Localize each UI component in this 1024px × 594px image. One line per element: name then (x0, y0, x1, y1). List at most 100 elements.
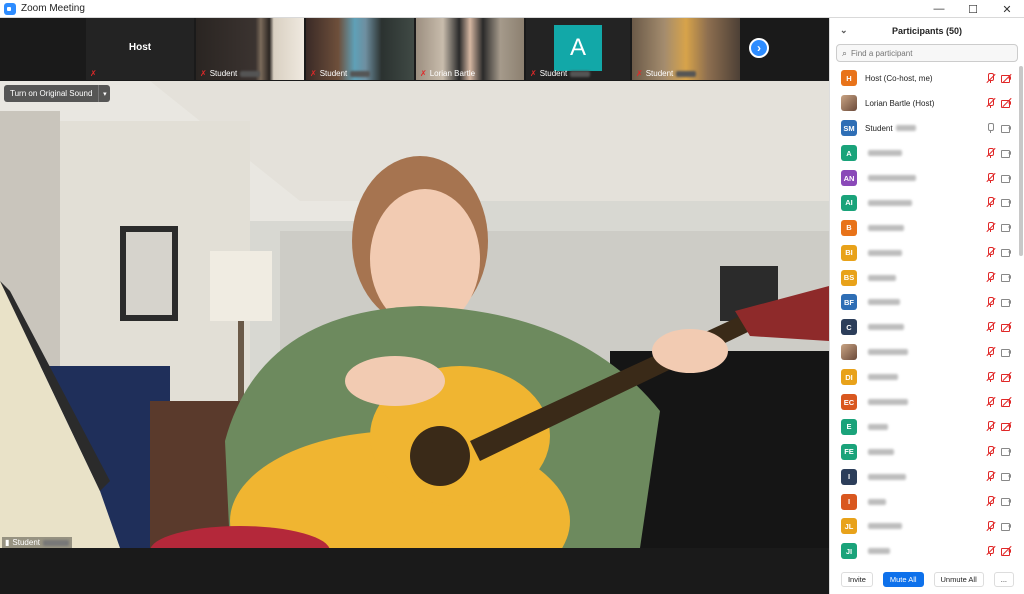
original-sound-control[interactable]: Turn on Original Sound ▾ (4, 85, 111, 102)
avatar: BF (841, 294, 857, 311)
participant-name (865, 249, 902, 256)
redacted-name (868, 423, 888, 430)
participant-row[interactable]: FE (830, 439, 1017, 464)
avatar: AI (841, 194, 857, 211)
participant-row[interactable]: B (830, 215, 1017, 240)
muted-mic-icon[interactable] (985, 545, 996, 556)
video-icon (1001, 197, 1011, 208)
unmute-all-button[interactable]: Unmute All (933, 571, 984, 587)
participant-status-icons (985, 147, 1011, 158)
redacted-name (868, 274, 896, 281)
muted-mic-icon[interactable] (985, 97, 996, 108)
participant-row[interactable]: I (830, 489, 1017, 514)
video-tile-lorian[interactable]: ✗ Lorian Bartle (416, 18, 524, 80)
participant-name (865, 548, 890, 555)
avatar: JI (841, 543, 857, 560)
title-bar: Zoom Meeting — ☐ ✕ (0, 0, 1024, 18)
redacted-name (868, 498, 886, 505)
muted-mic-icon[interactable] (985, 421, 996, 432)
mute-all-button[interactable]: Mute All (882, 571, 924, 587)
muted-mic-icon[interactable] (985, 471, 996, 482)
muted-mic-icon[interactable] (985, 297, 996, 308)
invite-button[interactable]: Invite (840, 571, 873, 587)
next-page-button[interactable]: › (749, 38, 769, 58)
participant-name (865, 473, 906, 480)
video-area: Host ✗ ✗ Student ✗ Student ✗ Lorian Bartle … (0, 18, 829, 594)
collapse-icon[interactable]: ⌄ (840, 25, 848, 36)
more-button[interactable]: ... (993, 571, 1014, 587)
muted-mic-icon[interactable] (985, 197, 996, 208)
participant-row[interactable]: SM Student (830, 116, 1017, 141)
muted-mic-icon: ✗ (636, 69, 643, 78)
avatar: C (841, 319, 857, 336)
video-off-icon (1001, 322, 1012, 332)
close-icon[interactable]: ✕ (990, 0, 1024, 18)
participant-row[interactable]: I (830, 464, 1017, 489)
participant-row[interactable]: BI (830, 240, 1017, 265)
muted-mic-icon[interactable] (985, 247, 996, 258)
participant-row[interactable]: H Host (Co-host, me) (830, 66, 1017, 91)
participant-row[interactable]: DI (830, 365, 1017, 390)
scrollbar[interactable] (1019, 66, 1023, 256)
participant-name (865, 224, 904, 231)
active-speaker-video: Turn on Original Sound ▾ ▮ Student (0, 81, 829, 548)
muted-mic-icon[interactable] (985, 346, 996, 357)
video-tile-student-2[interactable]: ✗ Student (306, 18, 414, 80)
muted-mic-icon[interactable] (985, 396, 996, 407)
participant-name: Student (539, 69, 568, 78)
video-tile-student-3[interactable]: A ✗ Student (526, 18, 630, 80)
redacted-name (868, 448, 894, 455)
participant-row[interactable] (830, 340, 1017, 365)
participant-row[interactable]: AI (830, 190, 1017, 215)
participant-status-icons (985, 421, 1012, 432)
muted-mic-icon[interactable] (985, 321, 996, 332)
muted-mic-icon[interactable] (985, 446, 996, 457)
participant-status-icons (985, 346, 1011, 357)
video-off-icon (1001, 98, 1012, 108)
participant-row[interactable]: C (830, 315, 1017, 340)
avatar: JL (841, 518, 857, 535)
avatar: AN (841, 170, 857, 186)
muted-mic-icon[interactable] (985, 521, 996, 532)
video-icon (1001, 173, 1011, 183)
muted-mic-icon[interactable] (985, 222, 996, 233)
participant-name-text: Student (865, 123, 893, 133)
muted-mic-icon[interactable] (985, 147, 996, 158)
participant-name: Host (Co-host, me) (865, 74, 933, 83)
search-input[interactable] (851, 48, 1002, 58)
participant-search[interactable]: ⌕ (836, 44, 1018, 62)
zoom-app-icon (4, 2, 16, 15)
chevron-down-icon[interactable]: ▾ (98, 85, 110, 102)
participant-row[interactable]: EC (830, 390, 1017, 415)
participant-status-icons (985, 272, 1011, 283)
muted-mic-icon[interactable] (985, 73, 996, 83)
participant-row[interactable]: JL (830, 514, 1017, 539)
original-sound-button[interactable]: Turn on Original Sound (4, 89, 98, 98)
avatar (841, 344, 857, 361)
participant-name (865, 498, 886, 505)
redacted-name (868, 175, 916, 181)
muted-mic-icon[interactable] (985, 371, 996, 382)
muted-mic-icon[interactable] (985, 272, 996, 283)
redacted-name (868, 473, 906, 480)
participant-row[interactable]: Lorian Bartle (Host) (830, 91, 1017, 116)
video-off-icon (1001, 372, 1012, 382)
participant-row[interactable]: JI (830, 539, 1017, 564)
minimize-icon[interactable]: — (922, 0, 956, 18)
avatar: SM (841, 120, 857, 137)
mic-icon[interactable] (985, 122, 995, 133)
video-icon (1001, 297, 1011, 308)
maximize-icon[interactable]: ☐ (956, 0, 990, 18)
participant-row[interactable]: BS (830, 265, 1017, 290)
participant-row[interactable]: AN (830, 166, 1017, 191)
muted-mic-icon[interactable] (985, 172, 996, 183)
participant-row[interactable]: BF (830, 290, 1017, 315)
participant-row[interactable]: A (830, 141, 1017, 166)
redacted-name (868, 523, 902, 530)
avatar: E (841, 418, 857, 435)
participant-row[interactable]: E (830, 414, 1017, 439)
video-tile-student-4[interactable]: ✗ Student (632, 18, 740, 80)
video-tile-student-1[interactable]: ✗ Student (196, 18, 304, 80)
video-tile-host[interactable]: Host ✗ (86, 18, 194, 80)
muted-mic-icon[interactable] (985, 496, 996, 507)
